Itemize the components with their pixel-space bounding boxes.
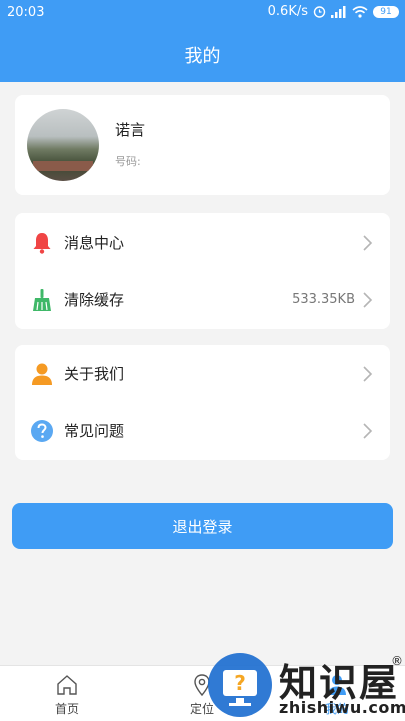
menu-group-1: 消息中心 清除缓存 533.35KB [15,213,390,329]
chevron-right-icon [363,423,373,439]
menu-item-clear-cache[interactable]: 清除缓存 533.35KB [15,271,390,328]
cache-size: 533.35KB [292,292,355,307]
tab-label: 首页 [54,702,79,716]
title-bar: 我的 [0,27,405,82]
bottom-tab-bar: 首页 定位 我的 [0,665,405,721]
phone-label: 号码: [115,155,141,168]
location-icon [194,674,210,697]
menu-label: 消息中心 [64,234,125,252]
status-bar: 20:03 0.6K/s 91 [0,0,405,27]
avatar-scene [33,161,93,171]
page-title: 我的 [184,45,221,67]
chevron-right-icon [363,235,373,251]
home-icon [57,675,77,695]
status-time: 20:03 [7,5,45,20]
avatar[interactable] [27,109,99,181]
tab-label: 定位 [189,702,214,716]
chevron-right-icon [363,366,373,382]
user-icon [328,675,346,695]
network-speed: 0.6K/s [267,4,308,19]
menu-item-message-center[interactable]: 消息中心 [15,214,390,271]
status-icons: 0.6K/s 91 [268,4,399,19]
broom-icon [33,289,51,311]
question-icon [31,420,53,442]
tab-home[interactable]: 首页 [27,666,107,721]
menu-item-faq[interactable]: 常见问题 [15,402,390,459]
menu-label: 清除缓存 [64,291,125,309]
bell-icon [33,233,51,254]
tab-mine[interactable]: 我的 [297,666,377,721]
logout-button[interactable]: 退出登录 [12,503,393,549]
profile-card[interactable]: 诺言 号码: [15,95,390,195]
menu-label: 关于我们 [64,365,125,383]
tab-label: 我的 [324,702,349,716]
signal-icon [331,5,346,18]
menu-group-2: 关于我们 常见问题 [15,345,390,460]
person-icon [32,363,52,385]
menu-label: 常见问题 [64,422,125,440]
menu-item-about-us[interactable]: 关于我们 [15,345,390,402]
chevron-right-icon [363,292,373,308]
username: 诺言 [115,121,146,139]
alarm-icon [313,6,326,18]
wifi-icon [352,5,368,18]
battery-icon: 91 [373,5,399,18]
tab-location[interactable]: 定位 [162,666,242,721]
